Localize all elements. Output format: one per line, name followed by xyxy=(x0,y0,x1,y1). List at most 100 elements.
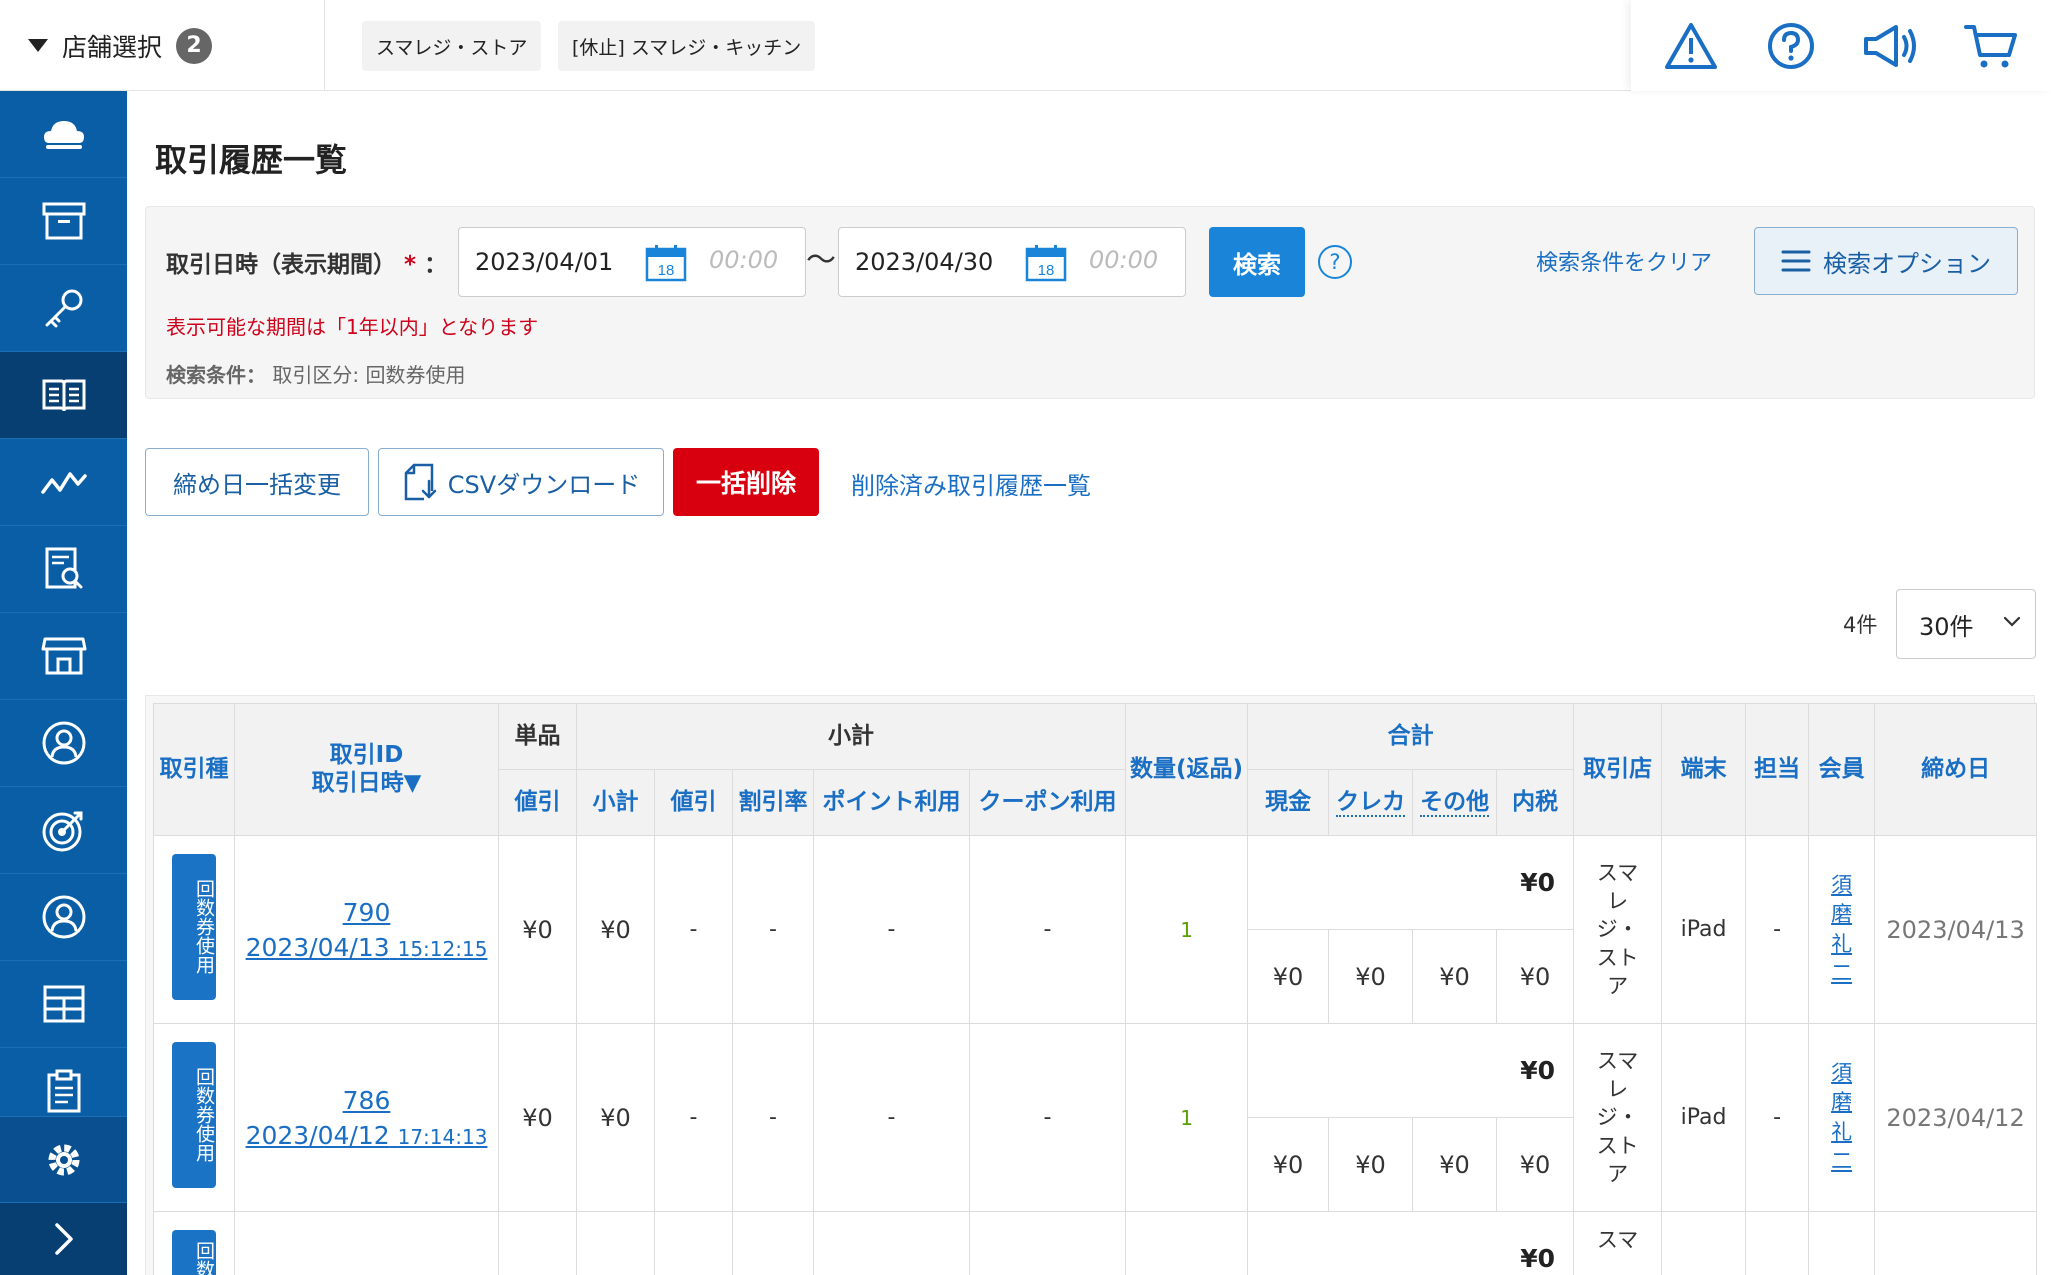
col-sub-coupon[interactable]: クーポン利用 xyxy=(968,769,1127,836)
member-link[interactable]: 須磨礼二 xyxy=(1829,871,1855,989)
sidebar-item-key[interactable] xyxy=(0,265,127,352)
time-to-placeholder[interactable]: 00:00 xyxy=(1089,246,1158,274)
col-sub-subtotal[interactable]: 小計 xyxy=(576,769,655,836)
sidebar-item-transactions[interactable] xyxy=(0,352,127,439)
date-from-field[interactable]: 2023/04/01 18 00:00 xyxy=(458,227,806,297)
date-to-field[interactable]: 2023/04/30 18 00:00 xyxy=(838,227,1186,297)
sidebar-expand-button[interactable] xyxy=(0,1203,127,1275)
calendar-icon[interactable]: 18 xyxy=(645,244,687,288)
transaction-id-link[interactable]: 790 2023/04/13 15:12:15 xyxy=(246,898,488,962)
book-icon xyxy=(42,379,85,412)
store-chip-store[interactable]: スマレジ・ストア xyxy=(362,21,542,71)
calendar-icon[interactable]: 18 xyxy=(1025,244,1067,288)
sidebar-item-target[interactable] xyxy=(0,787,127,874)
transaction-time: 15:12:15 xyxy=(397,936,488,961)
sidebar-item-cloud[interactable] xyxy=(0,91,127,178)
col-terminal[interactable]: 端末 xyxy=(1661,703,1747,836)
terminal-cell: iPad xyxy=(1661,1023,1747,1212)
store-cell: スマレジ・ストア xyxy=(1573,1023,1663,1212)
csv-download-button[interactable]: CSVダウンロード xyxy=(378,448,664,516)
caret-down-icon xyxy=(28,39,48,52)
col-store[interactable]: 取引店 xyxy=(1573,703,1663,836)
search-conditions: 検索条件： 取引区分: 回数券使用 xyxy=(166,359,465,388)
transaction-id-link[interactable]: 786 2023/04/12 17:14:13 xyxy=(246,1086,488,1150)
gear-icon xyxy=(48,1144,79,1175)
csv-download-label: CSVダウンロード xyxy=(447,470,641,499)
total-cell: ¥0 xyxy=(1247,835,1575,930)
col-close-date[interactable]: 締め日 xyxy=(1874,703,2038,836)
other-cell: ¥0 xyxy=(1412,1117,1498,1212)
col-type[interactable]: 取引種 xyxy=(153,703,235,836)
sidebar-item-staff[interactable] xyxy=(0,700,127,787)
member-link[interactable]: 須 xyxy=(1829,1272,1855,1275)
close-date-cell: 2023/04/13 xyxy=(1874,835,2038,1024)
col-member[interactable]: 会員 xyxy=(1808,703,1876,836)
table-row[interactable]: 回数券使用 786 2023/04/12 17:14:13 ¥0 ¥0 - - -… xyxy=(153,1023,2038,1212)
member-cell: 須磨礼二 xyxy=(1808,835,1876,1024)
help-circle-icon[interactable]: ? xyxy=(1318,245,1352,279)
search-options-button[interactable]: 検索オプション xyxy=(1754,227,2018,295)
warning-icon[interactable] xyxy=(1661,16,1721,76)
required-mark: * xyxy=(404,252,417,278)
table-row[interactable]: 回数 ¥0 スマ 須 xyxy=(153,1211,2038,1275)
unit-discount-cell: ¥0 xyxy=(498,835,577,1024)
date-from-value: 2023/04/01 xyxy=(475,248,614,276)
deleted-history-link[interactable]: 削除済み取引履歴一覧 xyxy=(851,466,1091,501)
store-select-dropdown[interactable]: 店舗選択 2 xyxy=(0,0,325,91)
sidebar-item-analytics[interactable] xyxy=(0,439,127,526)
col-id-datetime[interactable]: 取引ID 取引日時▼ xyxy=(234,703,499,836)
member-link[interactable]: 須磨礼二 xyxy=(1829,1059,1855,1177)
menu-lines-icon xyxy=(1781,250,1811,272)
sidebar-item-customer[interactable] xyxy=(0,874,127,961)
coupon-cell: - xyxy=(968,1023,1127,1212)
col-credit-label: クレカ xyxy=(1336,788,1406,817)
col-sub-point[interactable]: ポイント利用 xyxy=(813,769,970,836)
help-icon[interactable] xyxy=(1761,16,1821,76)
search-button[interactable]: 検索 xyxy=(1209,227,1305,297)
col-sub-discount[interactable]: 値引 xyxy=(654,769,733,836)
archive-box-icon xyxy=(42,202,85,240)
col-cash[interactable]: 現金 xyxy=(1247,769,1330,836)
col-other[interactable]: その他 xyxy=(1412,769,1498,836)
col-sub-rate[interactable]: 割引率 xyxy=(732,769,814,836)
discount-cell: - xyxy=(654,835,733,1024)
tax-cell: ¥0 xyxy=(1496,1117,1575,1212)
other-cell: ¥0 xyxy=(1412,929,1498,1024)
per-page-value: 30件 xyxy=(1919,612,1974,641)
coupon-cell: - xyxy=(968,835,1127,1024)
rate-cell: - xyxy=(732,835,814,1024)
clear-conditions-link[interactable]: 検索条件をクリア xyxy=(1536,245,1712,277)
store-select-label: 店舗選択 xyxy=(62,32,163,62)
sidebar-item-report[interactable] xyxy=(0,526,127,613)
megaphone-icon[interactable] xyxy=(1861,16,1921,76)
subtotal-cell: ¥0 xyxy=(576,835,655,1024)
col-unit-discount[interactable]: 値引 xyxy=(498,769,577,836)
close-date-cell xyxy=(1874,1211,2038,1275)
storefront-icon xyxy=(41,637,86,675)
type-cell: 回数券使用 xyxy=(153,835,235,1024)
table-row[interactable]: 回数券使用 790 2023/04/13 15:12:15 ¥0 ¥0 - - -… xyxy=(153,835,2038,1024)
col-quantity[interactable]: 数量(返品) xyxy=(1125,703,1249,836)
col-tax[interactable]: 内税 xyxy=(1496,769,1575,836)
id-cell: 790 2023/04/13 15:12:15 xyxy=(234,835,499,1024)
sidebar-item-apps[interactable] xyxy=(0,961,127,1048)
bulk-close-date-button[interactable]: 締め日一括変更 xyxy=(145,448,369,516)
per-page-select[interactable]: 30件 xyxy=(1896,589,2036,659)
time-from-placeholder[interactable]: 00:00 xyxy=(709,246,778,274)
bulk-delete-button[interactable]: 一括削除 xyxy=(673,448,819,516)
col-staff[interactable]: 担当 xyxy=(1745,703,1810,836)
credit-cell: ¥0 xyxy=(1328,929,1414,1024)
sidebar-item-archive[interactable] xyxy=(0,178,127,265)
col-other-label: その他 xyxy=(1420,788,1490,817)
store-chip-kitchen[interactable]: [休止] スマレジ・キッチン xyxy=(558,21,816,71)
total-cell: ¥0 xyxy=(1247,1211,1575,1275)
quantity-cell xyxy=(1125,1211,1249,1275)
type-badge: 回数券使用 xyxy=(172,1041,216,1188)
col-credit[interactable]: クレカ xyxy=(1328,769,1414,836)
member-cell: 須 xyxy=(1808,1211,1876,1275)
top-bar: 店舗選択 2 スマレジ・ストア [休止] スマレジ・キッチン xyxy=(0,0,2051,91)
cart-icon[interactable] xyxy=(1961,16,2021,76)
col-total-group[interactable]: 合計 xyxy=(1247,703,1575,770)
sidebar-item-store[interactable] xyxy=(0,613,127,700)
sidebar-item-settings[interactable] xyxy=(0,1116,127,1203)
